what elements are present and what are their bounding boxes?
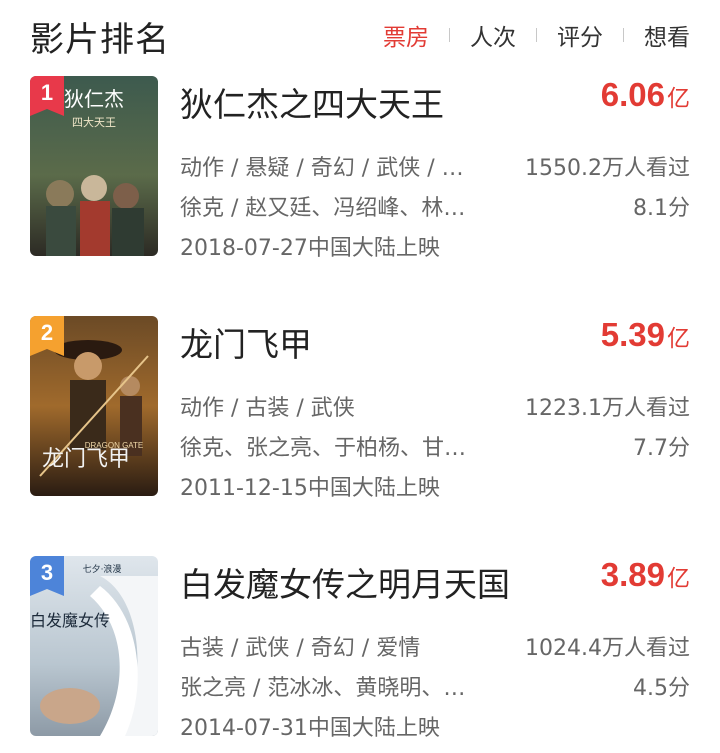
tab-divider bbox=[623, 28, 624, 42]
box-office: 5.39亿 bbox=[601, 316, 690, 354]
tab-box-office[interactable]: 票房 bbox=[383, 18, 429, 52]
box-office-unit: 亿 bbox=[667, 566, 690, 592]
box-office: 3.89亿 bbox=[601, 556, 690, 594]
movie-title[interactable]: 龙门飞甲 bbox=[180, 318, 312, 366]
movie-genres: 动作 / 古装 / 武侠 bbox=[180, 396, 355, 421]
box-office-value: 5.39 bbox=[600, 316, 665, 353]
box-office-unit: 亿 bbox=[667, 86, 690, 112]
box-office-value: 3.89 bbox=[600, 556, 665, 593]
tab-divider bbox=[536, 28, 537, 42]
movie-poster[interactable]: 龙门飞甲 DRAGON GATE 2 bbox=[30, 316, 158, 496]
movie-item[interactable]: 白发魔女传 七夕·浪漫 3 白发魔女传之明月天国 3.89亿 古装 / 武侠 /… bbox=[0, 556, 720, 741]
movie-item[interactable]: 狄仁杰 四大天王 1 狄仁杰之四大天王 6.06亿 动作 / 悬疑 / 奇幻 /… bbox=[0, 76, 720, 261]
sort-tabs: 票房 人次 评分 想看 bbox=[383, 18, 690, 52]
rank-badge: 1 bbox=[30, 76, 64, 116]
movie-rating: 8.1分 bbox=[633, 196, 690, 221]
poster-subtitle-art: DRAGON GATE bbox=[85, 441, 144, 450]
movie-release-date: 2018-07-27中国大陆上映 bbox=[180, 236, 440, 261]
rank-number: 1 bbox=[40, 80, 54, 105]
movie-poster[interactable]: 狄仁杰 四大天王 1 bbox=[30, 76, 158, 256]
box-office-value: 6.06 bbox=[600, 76, 665, 113]
ranking-header: 影片排名 票房 人次 评分 想看 bbox=[0, 0, 720, 66]
movie-release-date: 2014-07-31中国大陆上映 bbox=[180, 716, 440, 741]
movie-cast: 徐克 / 赵又廷、冯绍峰、林… bbox=[180, 196, 466, 221]
movie-views: 1223.1万人看过 bbox=[525, 396, 690, 421]
movie-poster[interactable]: 白发魔女传 七夕·浪漫 3 bbox=[30, 556, 158, 736]
poster-title-art: 龙门飞甲 bbox=[42, 447, 130, 472]
movie-title[interactable]: 狄仁杰之四大天王 bbox=[180, 78, 444, 126]
rank-badge: 3 bbox=[30, 556, 64, 596]
poster-subtitle-art: 七夕·浪漫 bbox=[83, 563, 122, 575]
poster-title-art: 狄仁杰 bbox=[64, 87, 124, 111]
rank-number: 3 bbox=[40, 560, 54, 585]
movie-views: 1024.4万人看过 bbox=[525, 636, 690, 661]
movie-rating: 7.7分 bbox=[633, 436, 690, 461]
movie-genres: 动作 / 悬疑 / 奇幻 / 武侠 / … bbox=[180, 156, 464, 181]
tab-rating[interactable]: 评分 bbox=[557, 18, 603, 52]
movie-rating: 4.5分 bbox=[633, 676, 690, 701]
movie-release-date: 2011-12-15中国大陆上映 bbox=[180, 476, 440, 501]
box-office-unit: 亿 bbox=[667, 326, 690, 352]
movie-cast: 徐克、张之亮、于柏杨、甘… bbox=[180, 436, 467, 461]
rank-badge: 2 bbox=[30, 316, 64, 356]
movie-cast: 张之亮 / 范冰冰、黄晓明、… bbox=[180, 676, 466, 701]
poster-subtitle-art: 四大天王 bbox=[72, 115, 116, 129]
movie-item[interactable]: 龙门飞甲 DRAGON GATE 2 龙门飞甲 5.39亿 动作 / 古装 / … bbox=[0, 316, 720, 501]
tab-want-to-see[interactable]: 想看 bbox=[644, 18, 690, 52]
tab-viewers[interactable]: 人次 bbox=[470, 18, 516, 52]
movie-views: 1550.2万人看过 bbox=[525, 156, 690, 181]
box-office: 6.06亿 bbox=[601, 76, 690, 114]
poster-title-art: 白发魔女传 bbox=[30, 611, 110, 630]
page-title: 影片排名 bbox=[30, 20, 170, 60]
tab-divider bbox=[449, 28, 450, 42]
movie-title[interactable]: 白发魔女传之明月天国 bbox=[180, 558, 510, 606]
rank-number: 2 bbox=[40, 320, 54, 345]
movie-genres: 古装 / 武侠 / 奇幻 / 爱情 bbox=[180, 636, 421, 661]
